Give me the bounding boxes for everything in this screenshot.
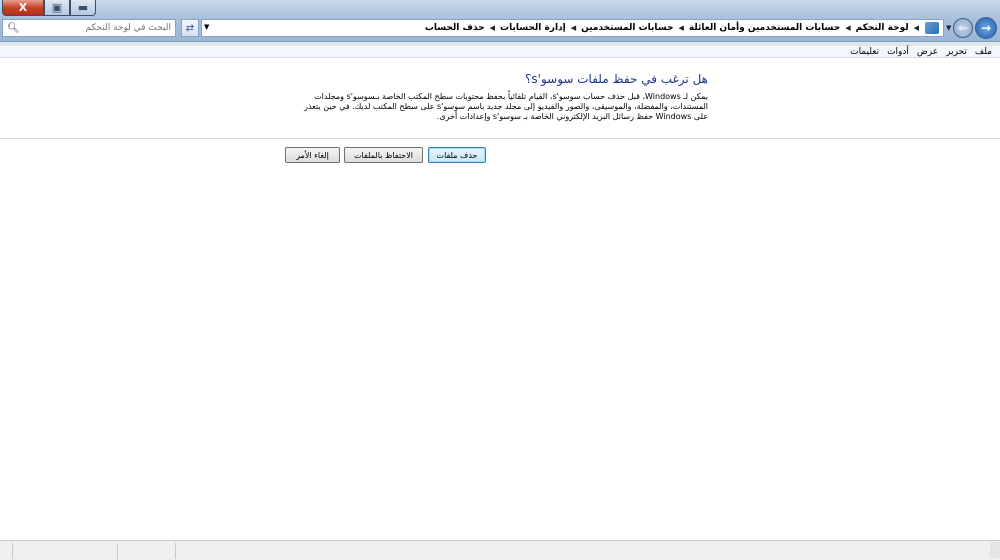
control-panel-icon bbox=[925, 22, 939, 34]
menu-tools[interactable]: أدوات bbox=[883, 47, 913, 57]
menu-edit[interactable]: تحرير bbox=[942, 47, 971, 57]
menu-help[interactable]: تعليمات bbox=[846, 47, 883, 57]
refresh-button[interactable]: ⇄ bbox=[181, 19, 199, 37]
maximize-button[interactable]: ▣ bbox=[44, 0, 70, 16]
close-button[interactable]: X bbox=[2, 0, 44, 16]
arrow-left-icon: ← bbox=[957, 21, 969, 35]
delete-files-button[interactable]: حذف ملفات bbox=[428, 147, 486, 163]
cancel-button[interactable]: إلغاء الأمر bbox=[285, 147, 340, 163]
status-divider bbox=[175, 543, 176, 559]
search-box: 🔍︎ bbox=[2, 19, 176, 37]
breadcrumb-manage-accounts[interactable]: إدارة الحسابات bbox=[498, 23, 568, 33]
resize-grip[interactable] bbox=[990, 542, 1000, 558]
search-input[interactable] bbox=[19, 23, 171, 33]
status-divider bbox=[12, 543, 13, 559]
minimize-button[interactable]: ▬ bbox=[70, 0, 96, 16]
menu-view[interactable]: عرض bbox=[913, 47, 942, 57]
chevron-left-icon[interactable]: ◀ bbox=[842, 24, 853, 32]
address-bar[interactable]: ◀ لوحة التحكم ◀ حسابات المستخدمين وأمان … bbox=[201, 19, 944, 37]
breadcrumb-delete-account[interactable]: حذف الحساب bbox=[423, 23, 487, 33]
chevron-left-icon[interactable]: ◀ bbox=[568, 24, 579, 32]
chevron-left-icon[interactable]: ◀ bbox=[487, 24, 498, 32]
main-content: هل ترغب في حفظ ملفات سوسو's؟ يمكن لـ Win… bbox=[0, 59, 1000, 537]
description-text: يمكن لـ Windows، قبل حذف حساب سوسو's، ال… bbox=[304, 92, 708, 121]
window-titlebar: X ▣ ▬ 🔍︎ ⇄ ◀ لوحة التحكم ◀ حسابات المستخ… bbox=[0, 0, 1000, 42]
window-controls: X ▣ ▬ bbox=[2, 0, 96, 16]
status-bar bbox=[0, 540, 1000, 560]
search-icon[interactable]: 🔍︎ bbox=[7, 23, 20, 34]
chevron-down-icon[interactable]: ▼ bbox=[946, 24, 951, 32]
breadcrumb-user-accounts[interactable]: حسابات المستخدمين bbox=[579, 23, 675, 33]
arrow-right-icon: → bbox=[980, 21, 992, 35]
menu-bar: ملف تحرير عرض أدوات تعليمات bbox=[0, 46, 1000, 58]
keep-files-button[interactable]: الاحتفاظ بالملفات bbox=[344, 147, 423, 163]
forward-button[interactable]: ← bbox=[953, 18, 973, 38]
breadcrumb-user-accounts-family[interactable]: حسابات المستخدمين وأمان العائلة bbox=[687, 23, 842, 33]
back-button[interactable]: → bbox=[975, 17, 997, 39]
menu-file[interactable]: ملف bbox=[971, 47, 996, 57]
chevron-left-icon[interactable]: ◀ bbox=[911, 24, 922, 32]
chevron-down-icon[interactable]: ▼ bbox=[204, 23, 209, 31]
divider bbox=[0, 138, 1000, 139]
status-divider bbox=[117, 543, 118, 559]
page-title: هل ترغب في حفظ ملفات سوسو's؟ bbox=[525, 72, 708, 86]
navigation-buttons: ▼ ← → bbox=[946, 15, 1000, 40]
chevron-left-icon[interactable]: ◀ bbox=[675, 24, 686, 32]
breadcrumb-control-panel[interactable]: لوحة التحكم bbox=[854, 23, 911, 33]
refresh-icon: ⇄ bbox=[185, 22, 195, 34]
